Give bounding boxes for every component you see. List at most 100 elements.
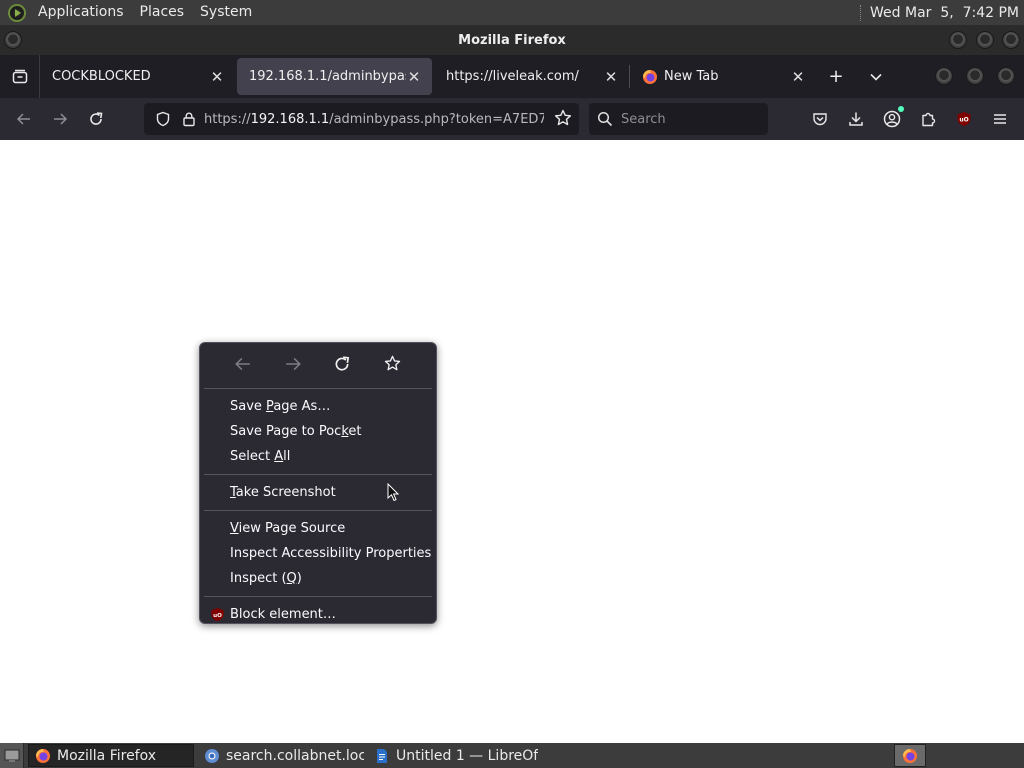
task-libreoffice[interactable]: Untitled 1 — LibreOf… bbox=[368, 744, 538, 767]
item-text: ll bbox=[283, 449, 291, 464]
extensions-button[interactable] bbox=[910, 103, 946, 135]
item-text: Block element… bbox=[230, 607, 336, 622]
back-arrow-icon bbox=[16, 113, 30, 125]
tabbar-close-button[interactable] bbox=[997, 67, 1015, 85]
item-text: iew Page Source bbox=[238, 521, 346, 536]
tab-close-icon[interactable]: ✕ bbox=[406, 68, 422, 86]
item-text: Inspect Accessibility Properties bbox=[230, 546, 432, 561]
panel-clock[interactable]: Wed Mar 5, 7:42 PM bbox=[870, 5, 1019, 21]
task-chromium[interactable]: search.collabnet.loc… bbox=[198, 744, 364, 767]
tab-label: New Tab bbox=[664, 69, 719, 84]
reload-icon bbox=[90, 112, 103, 125]
inspect-accessibility-item[interactable]: Inspect Accessibility Properties bbox=[200, 541, 436, 566]
tab-close-icon[interactable]: ✕ bbox=[790, 68, 806, 86]
system-menu[interactable]: System bbox=[192, 0, 260, 25]
save-page-to-pocket-item[interactable]: Save Page to Pocket bbox=[200, 419, 436, 444]
chromium-icon bbox=[205, 748, 219, 763]
context-forward-button[interactable] bbox=[284, 355, 302, 377]
url-text[interactable]: https://192.168.1.1/adminbypass.php?toke… bbox=[204, 112, 544, 127]
distro-logo-icon[interactable] bbox=[8, 3, 26, 22]
app-menu-button[interactable] bbox=[982, 103, 1018, 135]
item-text: age As… bbox=[273, 399, 331, 414]
forward-arrow-icon bbox=[285, 357, 301, 370]
item-accesskey: Q bbox=[286, 571, 297, 586]
applications-menu[interactable]: Applications bbox=[30, 0, 132, 25]
navigation-toolbar: https://192.168.1.1/adminbypass.php?toke… bbox=[0, 98, 1024, 140]
search-bar[interactable] bbox=[589, 103, 768, 135]
task-label: Untitled 1 — LibreOf… bbox=[396, 747, 538, 764]
puzzle-piece-icon bbox=[922, 112, 936, 127]
ublock-origin-button[interactable]: uO bbox=[946, 103, 982, 135]
window-titlebar[interactable]: Mozilla Firefox bbox=[0, 25, 1024, 55]
pocket-button[interactable] bbox=[802, 103, 838, 135]
tab-strip: COCKBLOCKED ✕ 192.168.1.1/adminbypass.p … bbox=[0, 55, 1024, 98]
maximize-button[interactable] bbox=[976, 31, 994, 49]
item-text: ake Screenshot bbox=[235, 485, 336, 500]
inspect-item[interactable]: Inspect (Q) bbox=[200, 566, 436, 591]
url-host: 192.168.1.1 bbox=[250, 111, 330, 127]
panel-menu-bar: Applications Places System bbox=[0, 0, 260, 25]
pocket-icon bbox=[813, 113, 827, 126]
tab-label: https://liveleak.com/ bbox=[446, 69, 579, 84]
context-bookmark-button[interactable] bbox=[383, 354, 402, 377]
minimize-button[interactable] bbox=[949, 31, 967, 49]
context-menu-navigation bbox=[200, 343, 436, 388]
context-back-button[interactable] bbox=[234, 355, 252, 377]
back-arrow-icon bbox=[235, 357, 250, 370]
tab-liveleak[interactable]: https://liveleak.com/ ✕ bbox=[434, 55, 629, 98]
site-security-lock-icon[interactable] bbox=[178, 108, 200, 130]
new-tab-plus-icon[interactable]: + bbox=[816, 66, 856, 87]
item-text: et bbox=[348, 424, 362, 439]
libreoffice-writer-icon bbox=[377, 748, 387, 763]
page-content[interactable] bbox=[0, 140, 1024, 743]
svg-text:uO: uO bbox=[959, 117, 968, 124]
tracking-protection-shield-icon[interactable] bbox=[152, 108, 174, 130]
take-screenshot-item[interactable]: Take Screenshot bbox=[200, 480, 436, 505]
top-panel: Applications Places System Wed Mar 5, 7:… bbox=[0, 0, 1024, 25]
task-label: Mozilla Firefox bbox=[57, 747, 157, 764]
downloads-button[interactable] bbox=[838, 103, 874, 135]
reload-button[interactable] bbox=[78, 103, 114, 135]
tabbar-maximize-button[interactable] bbox=[966, 67, 984, 85]
toolbar-buttons: uO bbox=[802, 103, 1018, 135]
task-label: search.collabnet.loc… bbox=[226, 747, 364, 764]
select-all-item[interactable]: Select All bbox=[200, 444, 436, 469]
firefox-view-button[interactable] bbox=[0, 55, 40, 98]
context-reload-button[interactable] bbox=[333, 355, 351, 377]
reload-icon bbox=[335, 355, 350, 370]
window-menu-icon[interactable] bbox=[4, 31, 22, 49]
hamburger-menu-icon bbox=[994, 114, 1006, 124]
back-button[interactable] bbox=[6, 103, 42, 135]
list-all-tabs-chevron-icon[interactable] bbox=[856, 70, 896, 84]
block-element-item[interactable]: uO Block element… bbox=[200, 602, 436, 627]
tray-firefox-indicator[interactable] bbox=[894, 744, 926, 767]
bookmark-star-icon[interactable] bbox=[553, 108, 573, 132]
bottom-taskbar: Mozilla Firefox search.collabnet.loc… Un… bbox=[0, 743, 1024, 768]
item-text: Save bbox=[230, 399, 267, 414]
tab-new-tab[interactable]: New Tab ✕ bbox=[630, 55, 816, 98]
tab-close-icon[interactable]: ✕ bbox=[209, 68, 225, 86]
account-avatar-icon bbox=[883, 110, 901, 128]
account-button[interactable] bbox=[874, 103, 910, 135]
tab-label: 192.168.1.1/adminbypass.p bbox=[249, 69, 406, 84]
ublock-origin-icon: uO bbox=[957, 112, 971, 126]
item-text: Save Page to Poc bbox=[230, 424, 342, 439]
save-page-as-item[interactable]: Save Page As… bbox=[200, 394, 436, 419]
tab-cockblocked[interactable]: COCKBLOCKED ✕ bbox=[40, 55, 235, 98]
forward-button[interactable] bbox=[42, 103, 78, 135]
mouse-cursor-icon bbox=[387, 483, 399, 502]
item-text: ) bbox=[296, 571, 302, 586]
places-menu[interactable]: Places bbox=[132, 0, 193, 25]
tab-adminbypass[interactable]: 192.168.1.1/adminbypass.p ✕ bbox=[237, 58, 432, 95]
view-page-source-item[interactable]: View Page Source bbox=[200, 516, 436, 541]
tabbar-minimize-button[interactable] bbox=[935, 67, 953, 85]
tab-close-icon[interactable]: ✕ bbox=[603, 68, 619, 86]
url-bar[interactable]: https://192.168.1.1/adminbypass.php?toke… bbox=[144, 103, 579, 135]
task-firefox[interactable]: Mozilla Firefox bbox=[28, 744, 194, 767]
firefox-tray-icon bbox=[903, 748, 917, 763]
show-desktop-button[interactable] bbox=[0, 743, 24, 768]
search-input[interactable] bbox=[621, 111, 761, 127]
account-notification-dot bbox=[898, 106, 904, 112]
close-window-button[interactable] bbox=[1002, 31, 1020, 49]
window-title: Mozilla Firefox bbox=[458, 32, 566, 48]
